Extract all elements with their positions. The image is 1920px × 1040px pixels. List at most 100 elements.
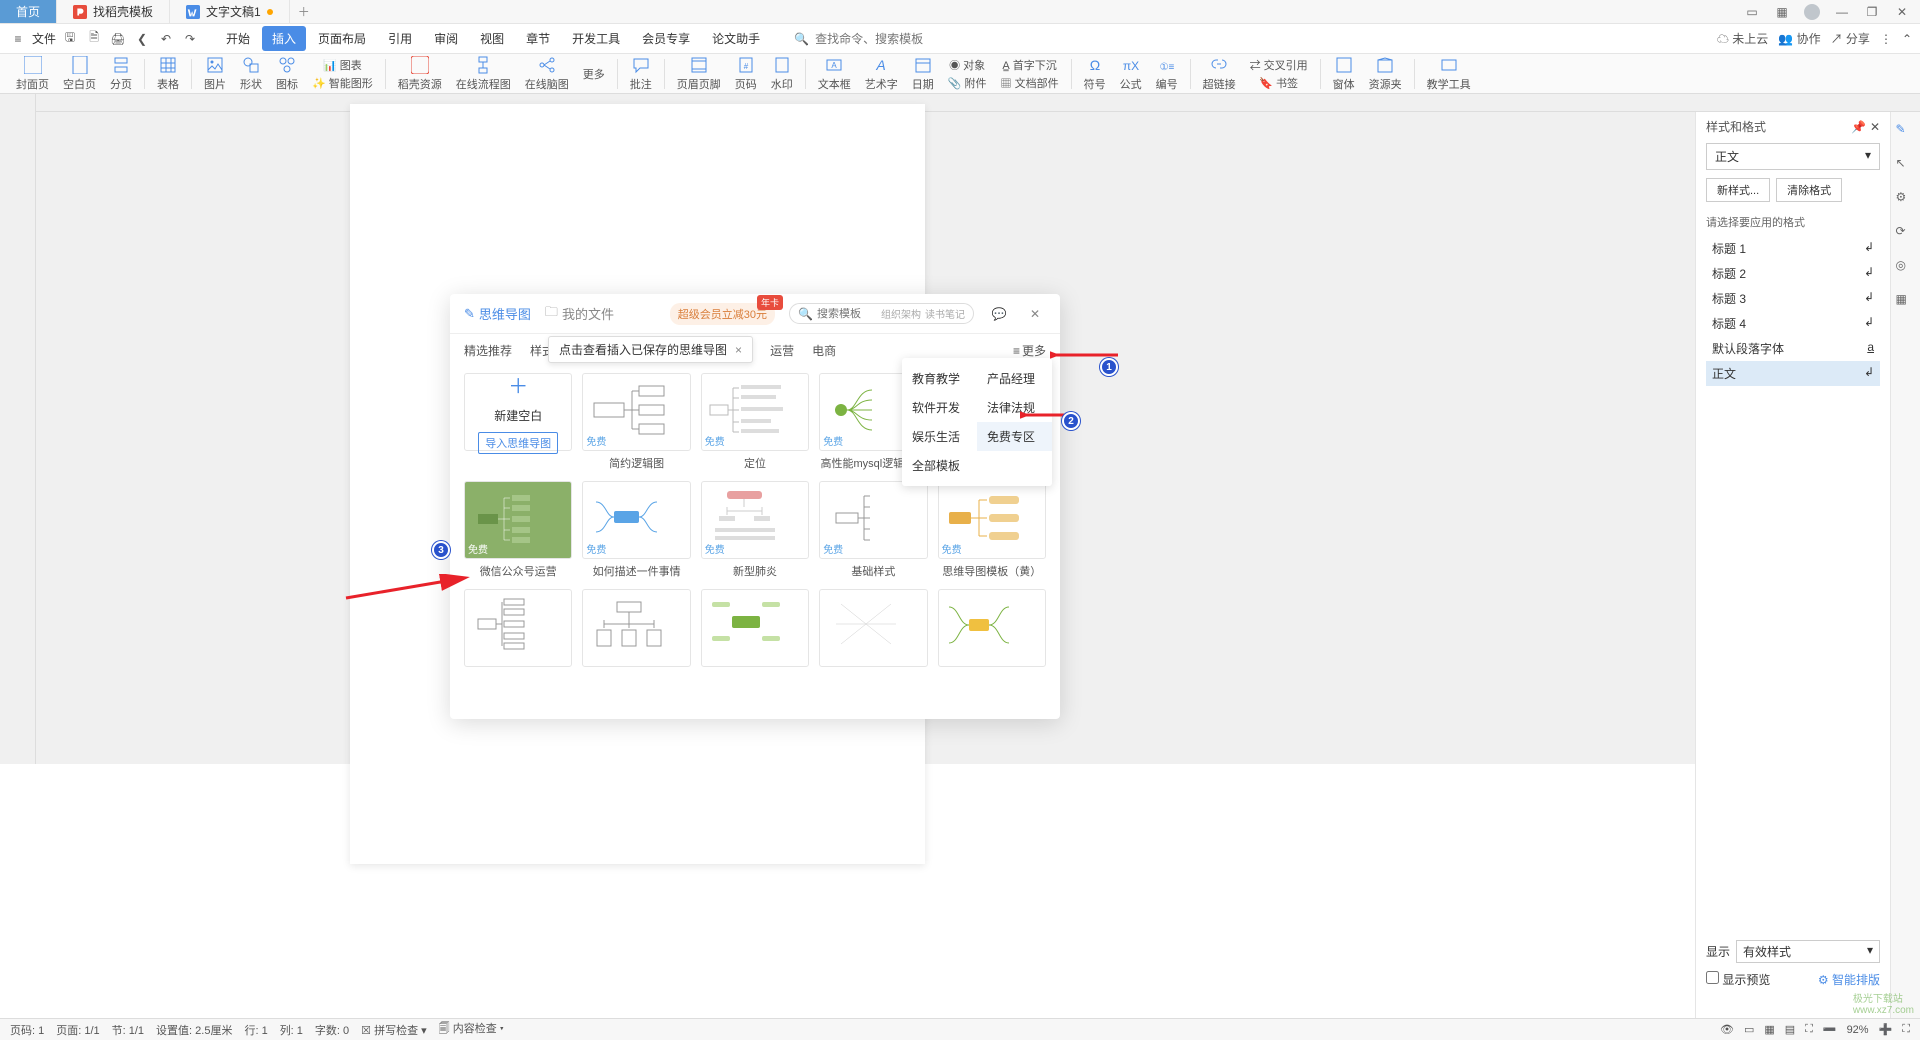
collab-button[interactable]: 👥 协作 (1778, 30, 1820, 47)
ribbon-numbering[interactable]: ①≡编号 (1150, 54, 1184, 94)
status-col[interactable]: 列: 1 (280, 1022, 303, 1038)
template-card[interactable] (819, 589, 927, 667)
dropdown-item-free[interactable]: 免费专区 (977, 422, 1052, 451)
ribbon-smart-graphic[interactable]: 📊 图表✨ 智能图形 (306, 55, 379, 93)
ribbon-blank-page[interactable]: 空白页 (57, 54, 102, 94)
ribbon-docer[interactable]: 稻壳资源 (392, 54, 448, 94)
new-style-button[interactable]: 新样式... (1706, 178, 1770, 202)
ribbon-textbox[interactable]: A文本框 (812, 54, 857, 94)
ribbon-comment[interactable]: 批注 (624, 54, 658, 94)
ribbon-symbol[interactable]: Ω符号 (1078, 54, 1112, 94)
cat-item[interactable]: 精选推荐 (464, 342, 512, 359)
save-icon[interactable]: 🖫 (60, 29, 80, 49)
view-print-icon[interactable]: ▭ (1744, 1023, 1754, 1036)
ribbon-equation[interactable]: πX公式 (1114, 54, 1148, 94)
zoom-fit-icon[interactable]: ⛶ (1805, 1023, 1813, 1036)
apps-icon[interactable]: ▦ (1768, 2, 1796, 22)
template-card[interactable]: 免费 基础样式 (819, 481, 927, 579)
tab-add-button[interactable]: ＋ (290, 0, 318, 23)
undo-icon[interactable]: ↶ (156, 29, 176, 49)
ribbon-page-break[interactable]: 分页 (104, 54, 138, 94)
dropdown-item[interactable]: 法律法规 (977, 393, 1052, 422)
redo-icon[interactable]: ↷ (180, 29, 200, 49)
search-tag[interactable]: 读书笔记 (925, 306, 965, 321)
menu-more-icon[interactable]: ⋮ (1880, 32, 1892, 46)
ribbon-page-number[interactable]: #页码 (729, 54, 763, 94)
preview-checkbox[interactable]: 显示预览 (1706, 971, 1770, 988)
ribbon-date[interactable]: 日期 (906, 54, 940, 94)
style-item[interactable]: 标题 3↲ (1706, 286, 1880, 311)
template-card[interactable] (582, 589, 690, 667)
tab-document[interactable]: 文字文稿1 (170, 0, 290, 23)
template-card[interactable]: 免费 思维导图模板（黄） (938, 481, 1046, 579)
dialog-tab-myfiles[interactable]: 🗀 我的文件 (545, 303, 614, 325)
style-item[interactable]: 标题 4↲ (1706, 311, 1880, 336)
tool-refresh-icon[interactable]: ⟳ (1896, 224, 1916, 244)
restore-button[interactable]: ❐ (1858, 2, 1886, 22)
template-card[interactable] (701, 589, 809, 667)
template-card-new[interactable]: ＋ 新建空白 导入思维导图 (464, 373, 572, 471)
template-card[interactable]: 免费 如何描述一件事情 (582, 481, 690, 579)
tool-select-icon[interactable]: ↖ (1896, 156, 1916, 176)
ribbon-attachment[interactable]: ◉ 对象📎 附件 (942, 55, 993, 93)
status-line[interactable]: 行: 1 (244, 1022, 267, 1038)
ribbon-bookmark[interactable]: ⇄ 交叉引用🔖 书签 (1244, 55, 1314, 93)
ribbon-teaching[interactable]: 教学工具 (1421, 54, 1477, 94)
search-tag[interactable]: 组织架构 (881, 306, 921, 321)
close-button[interactable]: ✕ (1888, 2, 1916, 22)
menu-icon[interactable]: ≡ (8, 29, 28, 49)
dialog-close-button[interactable]: ✕ (1024, 303, 1046, 325)
print-icon[interactable]: 🖨 (108, 29, 128, 49)
pane-close-icon[interactable]: ✕ (1870, 120, 1880, 134)
smart-layout-link[interactable]: ⚙ 智能排版 (1818, 971, 1880, 988)
view-outline-icon[interactable]: ▤ (1785, 1023, 1795, 1036)
style-item[interactable]: 标题 2↲ (1706, 261, 1880, 286)
menu-tab-start[interactable]: 开始 (216, 26, 260, 51)
dropdown-item[interactable]: 全部模板 (902, 451, 977, 480)
ribbon-flowchart[interactable]: 在线流程图 (450, 54, 517, 94)
pane-pin-icon[interactable]: 📌 (1851, 120, 1866, 134)
tooltip-close[interactable]: × (735, 343, 742, 357)
ribbon-mindmap[interactable]: 在线脑图 (519, 54, 575, 94)
tool-location-icon[interactable]: ◎ (1896, 258, 1916, 278)
ribbon-resources[interactable]: 资源夹 (1363, 54, 1408, 94)
cat-more[interactable]: ≡ 更多 (1013, 342, 1046, 359)
avatar-icon[interactable] (1798, 2, 1826, 22)
template-card[interactable] (938, 589, 1046, 667)
status-spell[interactable]: ☒ 拼写检查 ▾ (361, 1022, 427, 1038)
tool-edit-icon[interactable]: ✎ (1896, 122, 1916, 142)
cloud-status[interactable]: ☁ 未上云 (1717, 30, 1768, 47)
minimize-button[interactable]: — (1828, 2, 1856, 22)
dropdown-item[interactable]: 软件开发 (902, 393, 977, 422)
ribbon-more[interactable]: 更多 (577, 64, 611, 84)
cat-item[interactable]: 电商 (812, 342, 836, 359)
tab-home[interactable]: 首页 (0, 0, 57, 23)
import-button[interactable]: 导入思维导图 (478, 432, 558, 454)
clear-format-button[interactable]: 清除格式 (1776, 178, 1842, 202)
menu-tab-developer[interactable]: 开发工具 (562, 26, 630, 51)
cat-item[interactable]: 运营 (770, 342, 794, 359)
chat-icon[interactable]: 💬 (988, 303, 1010, 325)
command-search[interactable]: 🔍 (794, 32, 935, 46)
style-item[interactable]: 默认段落字体a (1706, 336, 1880, 361)
show-select[interactable]: 有效样式▾ (1736, 940, 1880, 963)
menu-tab-view[interactable]: 视图 (470, 26, 514, 51)
ribbon-icons[interactable]: 图标 (270, 54, 304, 94)
ribbon-wordart[interactable]: A艺术字 (859, 54, 904, 94)
ribbon-picture[interactable]: 图片 (198, 54, 232, 94)
ribbon-table[interactable]: 表格 (151, 54, 185, 94)
template-search[interactable]: 🔍 组织架构 读书笔记 (789, 303, 974, 324)
zoom-in-button[interactable]: ➕ (1879, 1023, 1893, 1036)
template-card[interactable]: 免费 微信公众号运营 (464, 481, 572, 579)
style-item[interactable]: 标题 1↲ (1706, 236, 1880, 261)
zoom-value[interactable]: 92% (1847, 1024, 1869, 1036)
style-item-selected[interactable]: 正文↲ (1706, 361, 1880, 386)
dropdown-item[interactable]: 产品经理 (977, 364, 1052, 393)
promo-pill[interactable]: 超级会员立减30元年卡 (670, 303, 775, 325)
template-card[interactable]: 免费 简约逻辑图 (582, 373, 690, 471)
ribbon-hyperlink[interactable]: 超链接 (1197, 54, 1242, 94)
current-style-select[interactable]: 正文▾ (1706, 143, 1880, 170)
dropdown-item[interactable]: 娱乐生活 (902, 422, 977, 451)
file-menu[interactable]: 文件 (32, 30, 56, 47)
menu-tab-section[interactable]: 章节 (516, 26, 560, 51)
